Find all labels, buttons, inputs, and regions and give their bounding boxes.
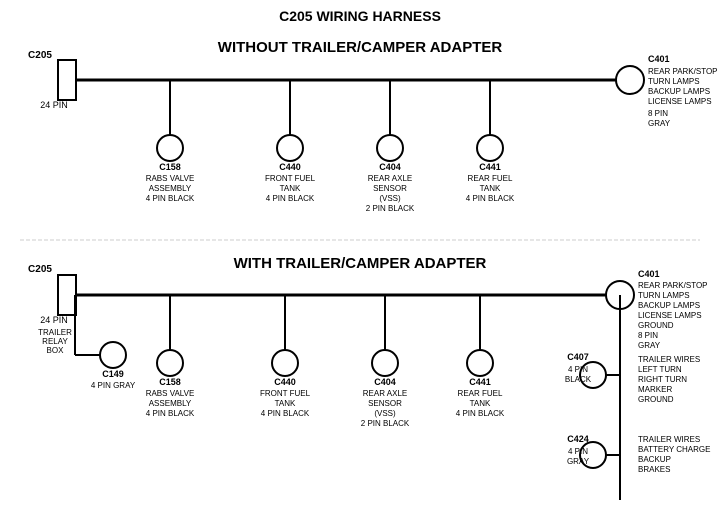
svg-text:BRAKES: BRAKES bbox=[638, 465, 670, 474]
svg-text:C424: C424 bbox=[567, 434, 589, 444]
svg-text:C440: C440 bbox=[274, 377, 296, 387]
svg-text:REAR PARK/STOP: REAR PARK/STOP bbox=[648, 67, 718, 76]
svg-text:C158: C158 bbox=[159, 377, 181, 387]
svg-text:LICENSE LAMPS: LICENSE LAMPS bbox=[648, 97, 712, 106]
svg-text:4 PIN BLACK: 4 PIN BLACK bbox=[266, 194, 315, 203]
svg-text:4 PIN: 4 PIN bbox=[568, 365, 588, 374]
svg-text:SENSOR: SENSOR bbox=[368, 399, 402, 408]
svg-text:GROUND: GROUND bbox=[638, 395, 674, 404]
svg-text:REAR PARK/STOP: REAR PARK/STOP bbox=[638, 281, 708, 290]
svg-text:MARKER: MARKER bbox=[638, 385, 672, 394]
svg-text:4 PIN: 4 PIN bbox=[568, 447, 588, 456]
svg-text:TURN LAMPS: TURN LAMPS bbox=[648, 77, 700, 86]
svg-text:C401: C401 bbox=[648, 54, 670, 64]
svg-text:WITHOUT TRAILER/CAMPER ADAPT: WITHOUT TRAILER/CAMPER ADAPTER bbox=[218, 39, 503, 56]
svg-text:C401: C401 bbox=[638, 269, 660, 279]
svg-text:TURN LAMPS: TURN LAMPS bbox=[638, 291, 690, 300]
svg-text:8 PIN: 8 PIN bbox=[638, 331, 658, 340]
svg-text:RELAY: RELAY bbox=[42, 337, 68, 346]
svg-text:REAR AXLE: REAR AXLE bbox=[368, 174, 412, 183]
svg-text:TRAILER: TRAILER bbox=[38, 328, 72, 337]
svg-text:2 PIN BLACK: 2 PIN BLACK bbox=[361, 419, 410, 428]
svg-text:4 PIN BLACK: 4 PIN BLACK bbox=[456, 409, 505, 418]
svg-text:GROUND: GROUND bbox=[638, 321, 674, 330]
svg-text:C404: C404 bbox=[374, 377, 396, 387]
svg-text:TRAILER WIRES: TRAILER WIRES bbox=[638, 355, 700, 364]
svg-text:4 PIN BLACK: 4 PIN BLACK bbox=[466, 194, 515, 203]
svg-text:24 PIN: 24 PIN bbox=[40, 315, 68, 325]
svg-text:ASSEMBLY: ASSEMBLY bbox=[149, 184, 192, 193]
svg-text:RIGHT TURN: RIGHT TURN bbox=[638, 375, 687, 384]
diagram-container: C205 WIRING HARNESS WITHOUT TRAILER/CAMP… bbox=[0, 0, 720, 517]
svg-text:BACKUP LAMPS: BACKUP LAMPS bbox=[638, 301, 700, 310]
svg-text:FRONT FUEL: FRONT FUEL bbox=[260, 389, 311, 398]
svg-text:BACKUP LAMPS: BACKUP LAMPS bbox=[648, 87, 710, 96]
svg-text:(VSS): (VSS) bbox=[379, 194, 401, 203]
svg-text:WITH TRAILER/CAMPER ADAPTER: WITH TRAILER/CAMPER ADAPTER bbox=[234, 255, 487, 272]
svg-text:ASSEMBLY: ASSEMBLY bbox=[149, 399, 192, 408]
svg-text:BOX: BOX bbox=[47, 346, 65, 355]
svg-text:4 PIN GRAY: 4 PIN GRAY bbox=[91, 381, 136, 390]
svg-text:C441: C441 bbox=[479, 162, 501, 172]
svg-text:C404: C404 bbox=[379, 162, 401, 172]
svg-text:2 PIN BLACK: 2 PIN BLACK bbox=[366, 204, 415, 213]
svg-text:C158: C158 bbox=[159, 162, 181, 172]
svg-text:TANK: TANK bbox=[470, 399, 491, 408]
svg-text:RABS VALVE: RABS VALVE bbox=[146, 174, 195, 183]
svg-text:FRONT FUEL: FRONT FUEL bbox=[265, 174, 316, 183]
svg-text:C149: C149 bbox=[102, 369, 124, 379]
svg-text:GRAY: GRAY bbox=[638, 341, 661, 350]
svg-text:4 PIN BLACK: 4 PIN BLACK bbox=[146, 409, 195, 418]
svg-text:TANK: TANK bbox=[280, 184, 301, 193]
svg-text:TRAILER WIRES: TRAILER WIRES bbox=[638, 435, 700, 444]
svg-text:SENSOR: SENSOR bbox=[373, 184, 407, 193]
svg-text:LEFT TURN: LEFT TURN bbox=[638, 365, 682, 374]
svg-text:GRAY: GRAY bbox=[648, 119, 671, 128]
svg-text:BLACK: BLACK bbox=[565, 375, 592, 384]
svg-text:REAR FUEL: REAR FUEL bbox=[458, 389, 503, 398]
svg-text:TANK: TANK bbox=[275, 399, 296, 408]
svg-text:4 PIN BLACK: 4 PIN BLACK bbox=[261, 409, 310, 418]
svg-text:C205: C205 bbox=[28, 264, 52, 275]
svg-text:TANK: TANK bbox=[480, 184, 501, 193]
svg-text:C407: C407 bbox=[567, 352, 589, 362]
svg-text:8 PIN: 8 PIN bbox=[648, 109, 668, 118]
svg-text:REAR AXLE: REAR AXLE bbox=[363, 389, 407, 398]
svg-text:RABS VALVE: RABS VALVE bbox=[146, 389, 195, 398]
svg-text:C440: C440 bbox=[279, 162, 301, 172]
svg-text:C441: C441 bbox=[469, 377, 491, 387]
svg-text:REAR FUEL: REAR FUEL bbox=[468, 174, 513, 183]
svg-text:LICENSE LAMPS: LICENSE LAMPS bbox=[638, 311, 702, 320]
svg-text:4 PIN BLACK: 4 PIN BLACK bbox=[146, 194, 195, 203]
svg-text:BATTERY CHARGE: BATTERY CHARGE bbox=[638, 445, 710, 454]
svg-text:24 PIN: 24 PIN bbox=[40, 100, 68, 110]
svg-text:C205: C205 bbox=[28, 50, 52, 61]
svg-text:(VSS): (VSS) bbox=[374, 409, 396, 418]
svg-text:BACKUP: BACKUP bbox=[638, 455, 671, 464]
svg-text:GRAY: GRAY bbox=[567, 457, 590, 466]
